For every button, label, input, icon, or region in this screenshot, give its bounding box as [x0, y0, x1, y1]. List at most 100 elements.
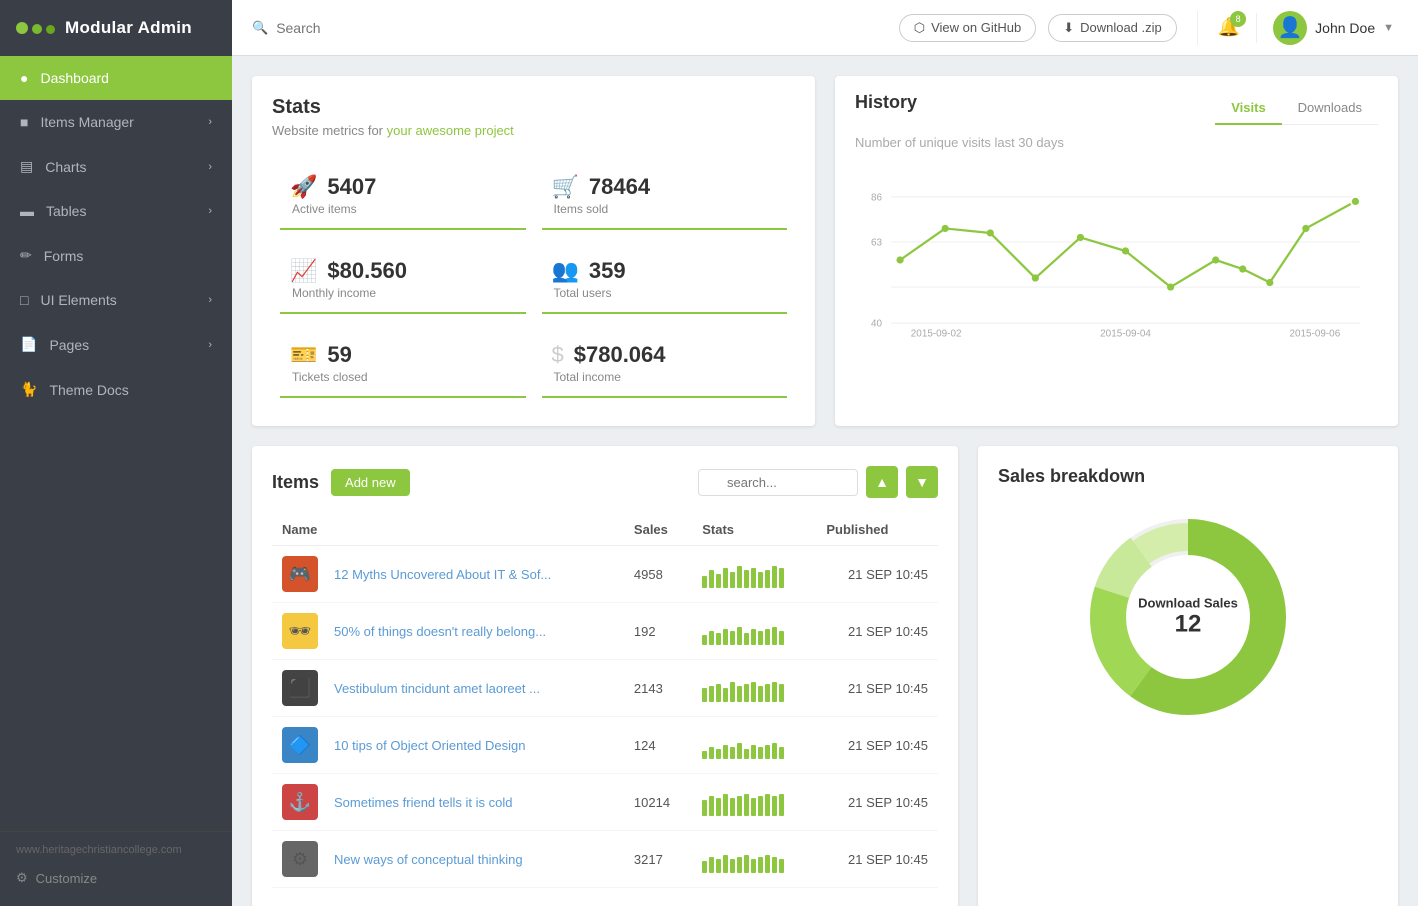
- sidebar-item-label: Tables: [46, 203, 86, 219]
- content-area: Stats Website metrics for your awesome p…: [232, 56, 1418, 906]
- stat-items-sold: 🛒 78464 Items sold: [542, 162, 788, 230]
- ticket-icon: 🎫: [290, 342, 317, 368]
- col-published: Published: [816, 514, 938, 546]
- stats-title: Stats: [272, 96, 795, 119]
- stat-value: 5407: [327, 174, 376, 200]
- stats-grid: 🚀 5407 Active items 🛒 78464 Items sold: [272, 154, 795, 406]
- stat-value: 359: [589, 258, 626, 284]
- item-stats-bars: [692, 717, 816, 774]
- table-row: ⚓ Sometimes friend tells it is cold 1021…: [272, 774, 938, 831]
- cart-icon: 🛒: [552, 174, 579, 200]
- svg-text:2015-09-02: 2015-09-02: [911, 329, 962, 340]
- sidebar-item-pages[interactable]: 📄 Pages ›: [0, 322, 232, 367]
- ui-elements-icon: □: [20, 292, 28, 308]
- top-header: Modular Admin 🔍 ⬡ View on GitHub ⬇ Downl…: [0, 0, 1418, 56]
- donut-label-text: Download Sales: [1138, 596, 1238, 611]
- col-sales: Sales: [624, 514, 692, 546]
- sidebar-item-theme-docs[interactable]: 🐈 Theme Docs: [0, 367, 232, 412]
- user-menu[interactable]: 👤 John Doe ▼: [1273, 11, 1394, 45]
- item-name-link[interactable]: 50% of things doesn't really belong...: [334, 624, 546, 639]
- search-input[interactable]: [276, 20, 476, 36]
- item-name-link[interactable]: Vestibulum tincidunt amet laoreet ...: [334, 681, 540, 696]
- stats-card: Stats Website metrics for your awesome p…: [252, 76, 815, 426]
- svg-text:2015-09-04: 2015-09-04: [1100, 329, 1151, 340]
- sidebar-item-dashboard[interactable]: ● Dashboard: [0, 56, 232, 100]
- history-subtitle: Number of unique visits last 30 days: [835, 125, 1398, 150]
- user-caret-icon: ▼: [1383, 22, 1394, 34]
- notification-badge: 8: [1230, 11, 1246, 27]
- user-avatar: 👤: [1273, 11, 1307, 45]
- history-title: History: [855, 92, 917, 113]
- sidebar-item-items-manager[interactable]: ■ Items Manager ›: [0, 100, 232, 144]
- stat-label: Monthly income: [292, 286, 516, 300]
- chart-icon: 📈: [290, 258, 317, 284]
- col-name: Name: [272, 514, 624, 546]
- sidebar-item-forms[interactable]: ✏ Forms: [0, 233, 232, 278]
- customize-button[interactable]: ⚙ Customize: [16, 862, 216, 894]
- item-sales: 124: [624, 717, 692, 774]
- item-published: 21 SEP 10:45: [816, 546, 938, 603]
- item-stats-bars: [692, 603, 816, 660]
- stat-value: 78464: [589, 174, 650, 200]
- stat-label: Total users: [554, 286, 778, 300]
- logo-dot-1: [16, 22, 28, 34]
- stat-label: Items sold: [554, 202, 778, 216]
- stat-label: Total income: [554, 370, 778, 384]
- items-search-wrap: 🔍 ▲ ▼: [698, 466, 938, 498]
- items-search-input[interactable]: [698, 469, 858, 496]
- item-sales: 192: [624, 603, 692, 660]
- add-new-button[interactable]: Add new: [331, 469, 410, 496]
- logo-icon: [16, 22, 55, 34]
- stat-active-items: 🚀 5407 Active items: [280, 162, 526, 230]
- sidebar-item-charts[interactable]: ▤ Charts ›: [0, 144, 232, 189]
- items-table-card: Items Add new 🔍 ▲ ▼: [252, 446, 958, 906]
- search-icon: 🔍: [252, 20, 268, 36]
- item-name-link[interactable]: Sometimes friend tells it is cold: [334, 795, 512, 810]
- stat-total-users: 👥 359 Total users: [542, 246, 788, 314]
- sidebar-item-ui-elements[interactable]: □ UI Elements ›: [0, 278, 232, 322]
- notifications-bell[interactable]: 🔔 8: [1218, 17, 1240, 38]
- sidebar-item-label: Dashboard: [40, 70, 109, 86]
- app-title: Modular Admin: [65, 18, 192, 38]
- item-thumbnail: ⚓: [282, 784, 318, 820]
- svg-text:2015-09-06: 2015-09-06: [1290, 329, 1341, 340]
- logo-dot-3: [46, 25, 55, 34]
- dashboard-icon: ●: [20, 70, 28, 86]
- sort-down-button[interactable]: ▼: [906, 466, 938, 498]
- item-thumbnail: 🎮: [282, 556, 318, 592]
- stat-monthly-income: 📈 $80.560 Monthly income: [280, 246, 526, 314]
- item-published: 21 SEP 10:45: [816, 831, 938, 888]
- user-name: John Doe: [1315, 20, 1375, 36]
- line-chart-svg: 86 63 40 2015-09-02 2015-09-04 2015-09-0…: [855, 160, 1378, 360]
- header-search-area: 🔍: [232, 20, 879, 36]
- sort-up-button[interactable]: ▲: [866, 466, 898, 498]
- sales-breakdown-card: Sales breakdown: [978, 446, 1398, 906]
- github-button-label: View on GitHub: [931, 20, 1021, 35]
- items-title: Items: [272, 472, 319, 493]
- table-header-row: Name Sales Stats Published: [272, 514, 938, 546]
- theme-docs-icon: 🐈: [20, 381, 37, 398]
- item-stats-bars: [692, 831, 816, 888]
- svg-text:63: 63: [871, 238, 883, 249]
- table-row: 🔷 10 tips of Object Oriented Design 124 …: [272, 717, 938, 774]
- item-thumbnail: 🕶: [282, 613, 318, 649]
- sidebar-item-label: Pages: [49, 337, 89, 353]
- donut-label: Download Sales 12: [1138, 596, 1238, 639]
- stat-tickets-closed: 🎫 59 Tickets closed: [280, 330, 526, 398]
- header-divider: [1256, 13, 1257, 43]
- item-published: 21 SEP 10:45: [816, 603, 938, 660]
- chevron-icon: ›: [208, 116, 212, 128]
- github-button[interactable]: ⬡ View on GitHub: [899, 14, 1036, 42]
- item-name-link[interactable]: New ways of conceptual thinking: [334, 852, 523, 867]
- tab-downloads[interactable]: Downloads: [1282, 92, 1378, 125]
- sidebar-item-tables[interactable]: ▬ Tables ›: [0, 189, 232, 233]
- svg-text:40: 40: [871, 319, 883, 330]
- item-published: 21 SEP 10:45: [816, 774, 938, 831]
- item-name-link[interactable]: 10 tips of Object Oriented Design: [334, 738, 526, 753]
- download-button[interactable]: ⬇ Download .zip: [1048, 14, 1177, 42]
- tab-visits[interactable]: Visits: [1215, 92, 1281, 125]
- item-stats-bars: [692, 774, 816, 831]
- sidebar-item-label: Items Manager: [40, 114, 133, 130]
- item-name-link[interactable]: 12 Myths Uncovered About IT & Sof...: [334, 567, 551, 582]
- stats-link[interactable]: your awesome project: [387, 123, 514, 138]
